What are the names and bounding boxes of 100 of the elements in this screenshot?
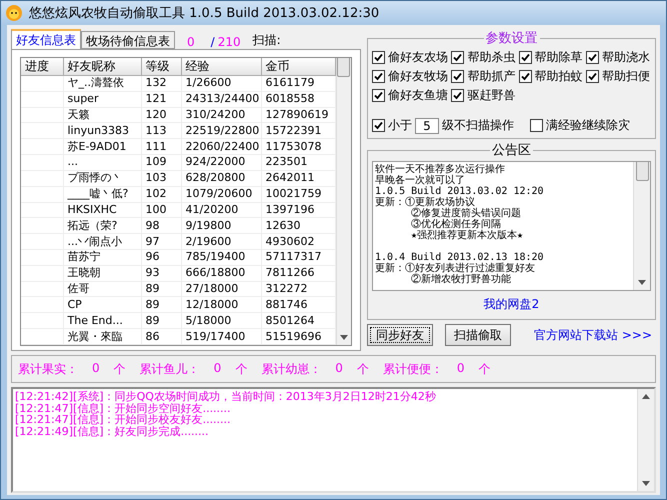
down-arrow-icon[interactable]	[340, 335, 348, 340]
cloud-link[interactable]: 我的网盘2	[484, 296, 540, 313]
table-cell: 223501	[261, 154, 335, 170]
column-header[interactable]: 好友昵称	[63, 58, 141, 76]
table-cell: 1/26600	[181, 76, 261, 92]
table-cell: 2/19600	[181, 234, 261, 250]
action-button[interactable]: 扫描偷取	[445, 324, 511, 346]
table-cell: 89	[141, 296, 181, 313]
scroll-thumb[interactable]	[636, 162, 648, 181]
option-label: 帮助拍蚊	[534, 68, 582, 85]
stat-value: 0	[214, 360, 222, 376]
table-cell: 22519/22800	[181, 122, 261, 139]
level-input[interactable]: 5	[415, 118, 439, 134]
table-cell: 9/19800	[181, 218, 261, 234]
table-cell: ____嘘丶低?	[63, 186, 141, 202]
stat-label: 累计幼崽：	[261, 360, 322, 378]
column-header[interactable]: 等级	[141, 58, 181, 76]
table-cell: 王晓朝	[63, 265, 141, 282]
table-cell: 24313/24400	[181, 91, 261, 108]
notice-line: ②修复进度箭头错误问题	[410, 208, 522, 219]
checkbox[interactable]	[451, 89, 464, 102]
checkbox[interactable]	[372, 119, 385, 132]
stat-value: 0	[335, 360, 343, 376]
notice-line: 更新：①好友列表进行过滤重复好友	[375, 263, 536, 274]
table-cell: 97	[141, 234, 181, 250]
table-cell: The End...	[63, 312, 141, 328]
scrollbar[interactable]	[336, 58, 351, 345]
stat-label: 累计便便：	[382, 360, 443, 378]
table-cell: ヤ_..濤聱依	[63, 76, 141, 92]
stat-unit: 个	[114, 360, 126, 378]
option-label: 帮助浇水	[602, 49, 650, 66]
checkbox[interactable]	[372, 89, 385, 102]
notice-line: ③优化检测任务间隔	[410, 219, 502, 230]
table-cell: 佐哥	[63, 281, 141, 297]
table-cell: 103	[141, 170, 181, 186]
scroll-thumb[interactable]	[337, 58, 350, 77]
checkbox[interactable]	[518, 70, 532, 83]
table-cell: 120	[141, 107, 181, 123]
checkbox[interactable]	[451, 70, 464, 83]
table-cell: 12/18000	[181, 296, 261, 313]
table-cell: ...丷闹点小	[63, 234, 141, 250]
table-cell: 苗苏宁	[63, 249, 141, 266]
window-title: 悠悠炫风农牧自动偷取工具 1.0.5 Build 2013.03.02.12:30	[29, 5, 380, 22]
table-cell: ...	[63, 154, 141, 170]
table-cell: 881746	[261, 296, 335, 313]
table-cell: 15722391	[261, 122, 335, 139]
checkbox[interactable]	[451, 51, 464, 64]
notice-line: 1.0.4 Build 2013.02.13 18:20	[375, 252, 545, 263]
tab[interactable]: 好友信息表	[11, 29, 81, 49]
column-header[interactable]: 进度	[21, 58, 63, 76]
down-arrow-icon[interactable]	[642, 481, 650, 486]
checkbox[interactable]	[586, 70, 599, 83]
option-label: 帮助扫便	[602, 68, 650, 85]
notice-line: ②新增农牧打野兽功能	[410, 274, 512, 285]
table-cell: 光翼・來臨	[63, 328, 141, 344]
table-cell: 11753078	[261, 138, 335, 155]
checkbox[interactable]	[372, 51, 385, 64]
table-cell: 41/20200	[181, 202, 261, 218]
table-cell: super	[63, 91, 141, 108]
group-title: 公告区	[491, 142, 532, 159]
column-header[interactable]: 经验	[181, 58, 261, 76]
stat-unit: 个	[478, 360, 491, 378]
download-link[interactable]: 官方网站下载站 >>>	[534, 326, 656, 344]
option-label: 级不扫描操作	[442, 117, 514, 134]
checkbox[interactable]	[372, 70, 385, 83]
table-cell: 100	[141, 202, 181, 218]
stat-label: 累计果实：	[18, 360, 78, 378]
table-cell: 111	[141, 138, 181, 155]
count-separator: /	[210, 35, 215, 49]
action-button[interactable]: 同步好友	[367, 324, 433, 346]
notice-line: 更新：①更新农场协议	[375, 197, 475, 208]
table-cell: 312272	[261, 281, 335, 297]
table-cell: 519/17400	[181, 328, 261, 344]
log-line: [12:21:47][信息]：开始同步校友好友........	[15, 414, 232, 426]
scan-label: 扫描:	[252, 32, 281, 49]
table-cell: 27/18000	[181, 281, 261, 297]
table-cell: 4930602	[261, 234, 335, 250]
scrollbar[interactable]	[633, 162, 650, 290]
checkbox[interactable]	[518, 51, 532, 64]
log-line: [12:21:49][信息]：好友同步完成........	[15, 426, 210, 437]
table-cell: 天籁	[63, 107, 141, 123]
scrollbar[interactable]	[637, 389, 654, 491]
down-arrow-icon[interactable]	[638, 280, 646, 285]
stat-value: 0	[456, 360, 465, 376]
stat-unit: 个	[356, 360, 369, 378]
table-cell: 86	[141, 328, 181, 344]
up-arrow-icon[interactable]	[642, 394, 650, 399]
option-label: 偷好友牧场	[388, 68, 448, 85]
notice-line: 软件一天不推荐多次运行操作	[375, 164, 506, 175]
table-cell: 51519696	[261, 328, 335, 344]
tab[interactable]: 牧场待偷信息表	[81, 31, 175, 49]
done-count: 0	[187, 35, 195, 49]
column-header[interactable]: 金币	[261, 58, 335, 76]
table-cell: 121	[141, 91, 181, 108]
option-label: 驱赶野兽	[467, 87, 516, 104]
stat-value: 0	[92, 360, 100, 376]
checkbox[interactable]	[530, 119, 543, 132]
checkbox[interactable]	[586, 51, 599, 64]
table-cell: HKSIXHC	[63, 202, 141, 218]
table-cell: 310/24200	[181, 107, 261, 123]
